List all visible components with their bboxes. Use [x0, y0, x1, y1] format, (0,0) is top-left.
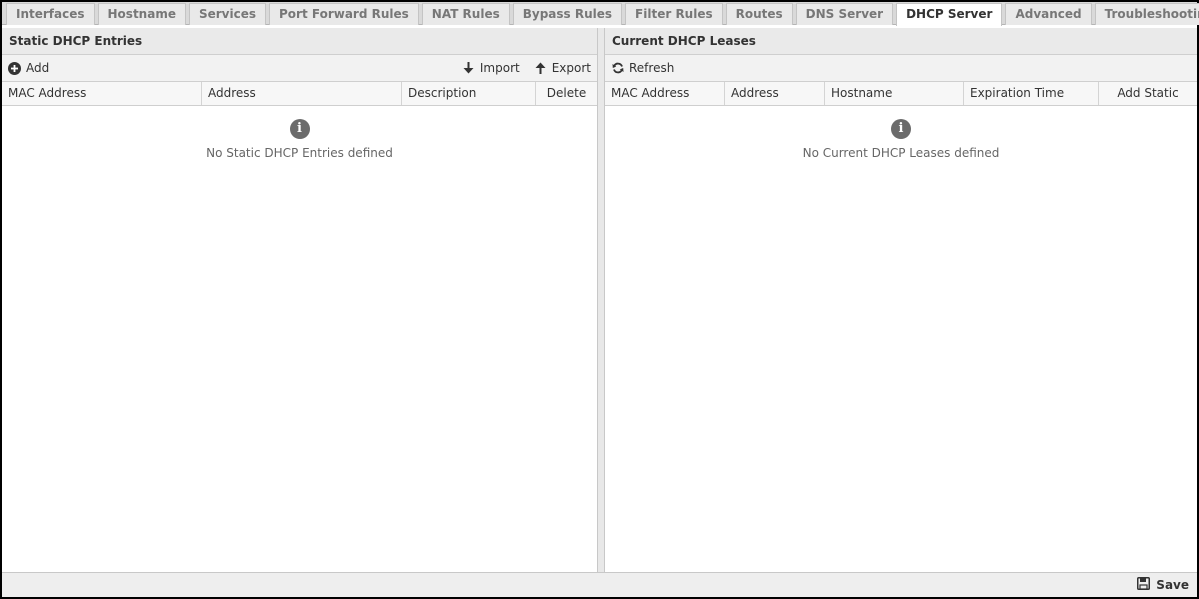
- column-mac-address[interactable]: MAC Address: [605, 82, 725, 105]
- tab-dhcp-server[interactable]: DHCP Server: [896, 3, 1003, 26]
- export-label: Export: [551, 61, 591, 75]
- info-icon: i: [891, 119, 911, 139]
- empty-message: No Static DHCP Entries defined: [206, 146, 393, 160]
- tab-dns-server[interactable]: DNS Server: [795, 3, 894, 25]
- dhcp-leases-empty-state: i No Current DHCP Leases defined: [605, 106, 1197, 160]
- column-description[interactable]: Description: [402, 82, 536, 105]
- tab-services[interactable]: Services: [188, 3, 266, 25]
- app-window: Interfaces Hostname Services Port Forwar…: [0, 0, 1199, 599]
- tab-routes[interactable]: Routes: [725, 3, 793, 25]
- info-icon: i: [289, 119, 310, 139]
- footer-bar: Save: [2, 572, 1197, 597]
- tab-hostname[interactable]: Hostname: [97, 3, 186, 25]
- tab-bypass-rules[interactable]: Bypass Rules: [512, 3, 623, 25]
- dhcp-leases-panel: Current DHCP Leases Refresh MAC Address …: [604, 28, 1197, 572]
- column-address[interactable]: Address: [202, 82, 402, 105]
- import-label: Import: [479, 61, 520, 75]
- static-dhcp-panel: Static DHCP Entries Add Import Export MA…: [2, 28, 598, 572]
- static-dhcp-empty-state: i No Static DHCP Entries defined: [2, 106, 597, 160]
- add-button[interactable]: Add: [8, 61, 49, 75]
- column-expiration-time[interactable]: Expiration Time: [964, 82, 1099, 105]
- column-delete[interactable]: Delete: [536, 82, 597, 105]
- column-hostname[interactable]: Hostname: [825, 82, 964, 105]
- tab-port-forward-rules[interactable]: Port Forward Rules: [269, 3, 419, 25]
- static-dhcp-grid-header: MAC Address Address Description Delete: [2, 82, 597, 106]
- save-button[interactable]: Save: [1137, 577, 1189, 593]
- static-dhcp-toolbar: Add Import Export: [2, 55, 597, 82]
- tab-nat-rules[interactable]: NAT Rules: [421, 3, 510, 25]
- refresh-label: Refresh: [629, 61, 675, 75]
- save-label: Save: [1156, 578, 1189, 592]
- tab-filter-rules[interactable]: Filter Rules: [625, 3, 723, 25]
- dhcp-leases-title: Current DHCP Leases: [605, 28, 1197, 55]
- arrow-up-icon: [534, 62, 547, 75]
- arrow-down-icon: [462, 62, 475, 75]
- floppy-disk-icon: [1137, 577, 1151, 593]
- refresh-icon: [611, 62, 624, 75]
- static-dhcp-title: Static DHCP Entries: [2, 28, 597, 55]
- plus-circle-icon: [8, 61, 21, 75]
- column-add-static[interactable]: Add Static: [1099, 82, 1197, 105]
- export-button[interactable]: Export: [534, 61, 591, 75]
- tab-troubleshooting[interactable]: Troubleshooting: [1094, 3, 1199, 25]
- column-mac-address[interactable]: MAC Address: [2, 82, 202, 105]
- tab-interfaces[interactable]: Interfaces: [6, 3, 95, 25]
- tab-bar: Interfaces Hostname Services Port Forwar…: [2, 2, 1199, 26]
- dhcp-leases-toolbar: Refresh: [605, 55, 1197, 82]
- tab-advanced[interactable]: Advanced: [1005, 3, 1092, 25]
- column-address[interactable]: Address: [725, 82, 825, 105]
- add-label: Add: [26, 61, 50, 75]
- dhcp-leases-grid-header: MAC Address Address Hostname Expiration …: [605, 82, 1197, 106]
- refresh-button[interactable]: Refresh: [611, 61, 674, 75]
- import-button[interactable]: Import: [462, 61, 520, 75]
- empty-message: No Current DHCP Leases defined: [802, 146, 1000, 160]
